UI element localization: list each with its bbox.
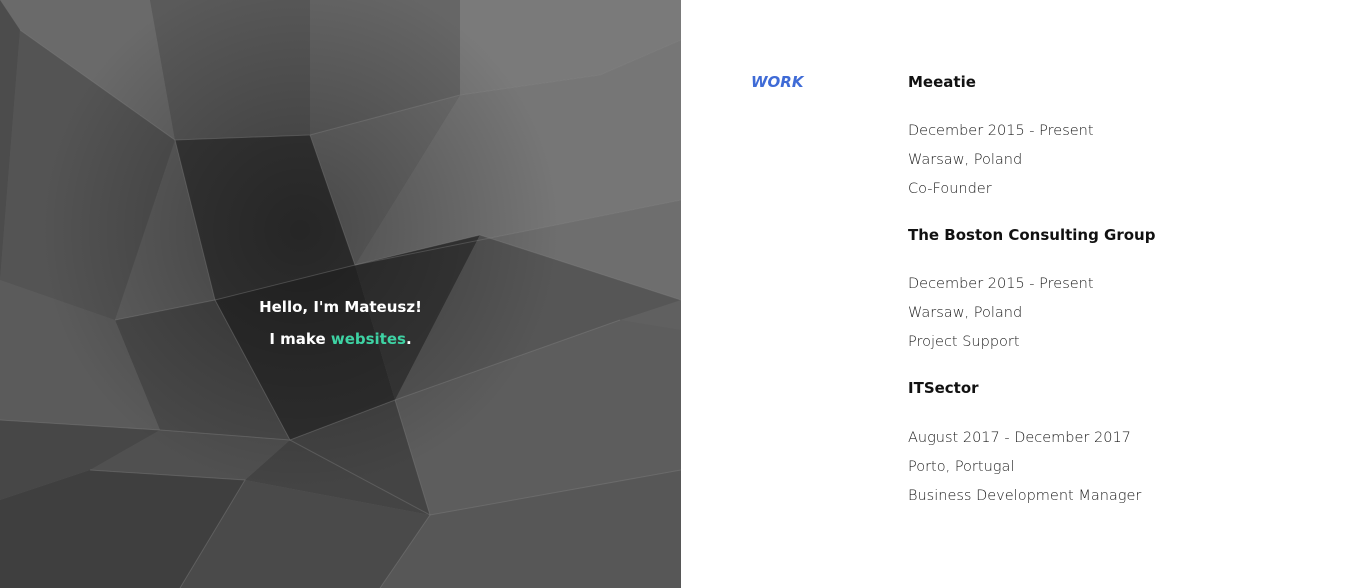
job-location: Warsaw, Poland <box>908 152 1023 168</box>
job-period: December 2015 - Present <box>908 123 1094 139</box>
job-location: Porto, Portugal <box>908 459 1015 475</box>
section-label-work: WORK <box>751 73 804 91</box>
tagline-suffix: . <box>405 330 412 348</box>
job-location: Warsaw, Poland <box>908 305 1023 321</box>
job-company: Meeatie <box>908 73 976 91</box>
job-period: August 2017 - December 2017 <box>908 430 1131 446</box>
polygon-background <box>0 0 681 588</box>
tagline-prefix: I make <box>269 330 331 348</box>
greeting-line: Hello, I'm Mateusz! <box>259 298 422 316</box>
job-company: ITSector <box>908 379 979 397</box>
job-period: December 2015 - Present <box>908 276 1094 292</box>
job-role: Project Support <box>908 334 1020 350</box>
job-role: Business Development Manager <box>908 488 1142 504</box>
job-company: The Boston Consulting Group <box>908 226 1156 244</box>
tagline-highlight: websites <box>330 330 406 348</box>
tagline-line: I make websites. <box>0 330 681 348</box>
job-role: Co-Founder <box>908 181 992 197</box>
hero-panel: Hello, I'm Mateusz! I make websites. <box>0 0 681 588</box>
